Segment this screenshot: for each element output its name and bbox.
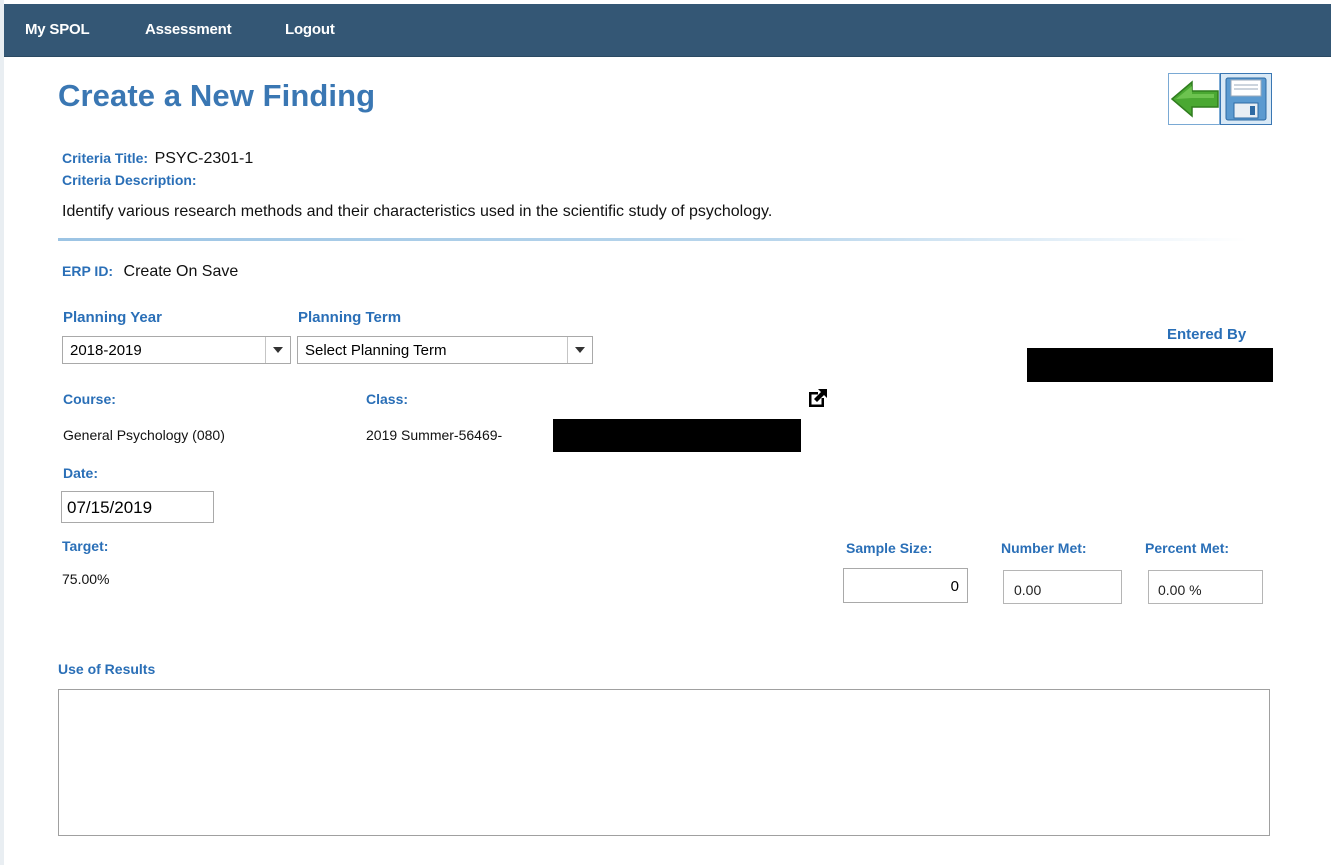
external-link-icon[interactable] (806, 386, 830, 410)
page-left-edge (0, 0, 4, 865)
planning-year-select[interactable]: 2018-2019 (62, 336, 291, 364)
target-value: 75.00% (62, 571, 110, 587)
date-value: 07/15/2019 (67, 498, 153, 517)
erp-id-value: Create On Save (123, 263, 239, 280)
course-value: General Psychology (080) (63, 427, 225, 443)
number-met-value: 0.00 (1014, 582, 1042, 598)
entered-by-label: Entered By (1167, 326, 1247, 343)
criteria-description-value: Identify various research methods and th… (62, 203, 773, 220)
erp-id-row: ERP ID: Create On Save (62, 263, 238, 281)
chevron-down-icon (567, 337, 592, 363)
planning-term-select[interactable]: Select Planning Term (297, 336, 593, 364)
number-met-input[interactable]: 0.00 (1003, 570, 1122, 604)
sample-size-value: 0 (950, 578, 959, 595)
date-input[interactable]: 07/15/2019 (61, 491, 214, 523)
top-nav-bar: My SPOL Assessment Logout (4, 4, 1331, 57)
criteria-title-value: PSYC-2301-1 (154, 150, 254, 167)
sample-size-label: Sample Size: (846, 540, 933, 556)
percent-met-input[interactable]: 0.00 % (1148, 570, 1263, 604)
number-met-label: Number Met: (1001, 540, 1087, 556)
class-redacted (553, 419, 801, 452)
class-value: 2019 Summer-56469- (366, 427, 503, 443)
section-divider (58, 238, 1248, 241)
chevron-down-icon (265, 337, 290, 363)
nav-logout[interactable]: Logout (285, 21, 335, 38)
sample-size-input[interactable]: 0 (843, 568, 968, 603)
page-title: Create a New Finding (58, 78, 376, 113)
percent-met-value: 0.00 % (1158, 582, 1202, 598)
class-label: Class: (366, 391, 409, 407)
criteria-description-label: Criteria Description: (62, 172, 197, 188)
nav-assessment[interactable]: Assessment (145, 21, 232, 38)
nav-my-spol[interactable]: My SPOL (25, 21, 90, 38)
planning-year-value: 2018-2019 (70, 342, 142, 359)
date-label: Date: (63, 465, 99, 481)
criteria-title-row: Criteria Title: PSYC-2301-1 (62, 150, 253, 168)
planning-term-label: Planning Term (298, 309, 402, 326)
save-icon[interactable] (1220, 73, 1272, 125)
use-of-results-textarea[interactable] (58, 689, 1270, 836)
planning-term-value: Select Planning Term (305, 342, 447, 359)
erp-id-label: ERP ID: (62, 263, 114, 279)
entered-by-redacted (1027, 348, 1273, 382)
back-arrow-icon[interactable] (1168, 73, 1220, 125)
criteria-title-label: Criteria Title: (62, 150, 149, 166)
target-label: Target: (62, 538, 109, 554)
use-of-results-label: Use of Results (58, 661, 156, 677)
percent-met-label: Percent Met: (1145, 540, 1230, 556)
course-label: Course: (63, 391, 116, 407)
planning-year-label: Planning Year (63, 309, 162, 326)
toolbar-actions (1168, 73, 1272, 125)
